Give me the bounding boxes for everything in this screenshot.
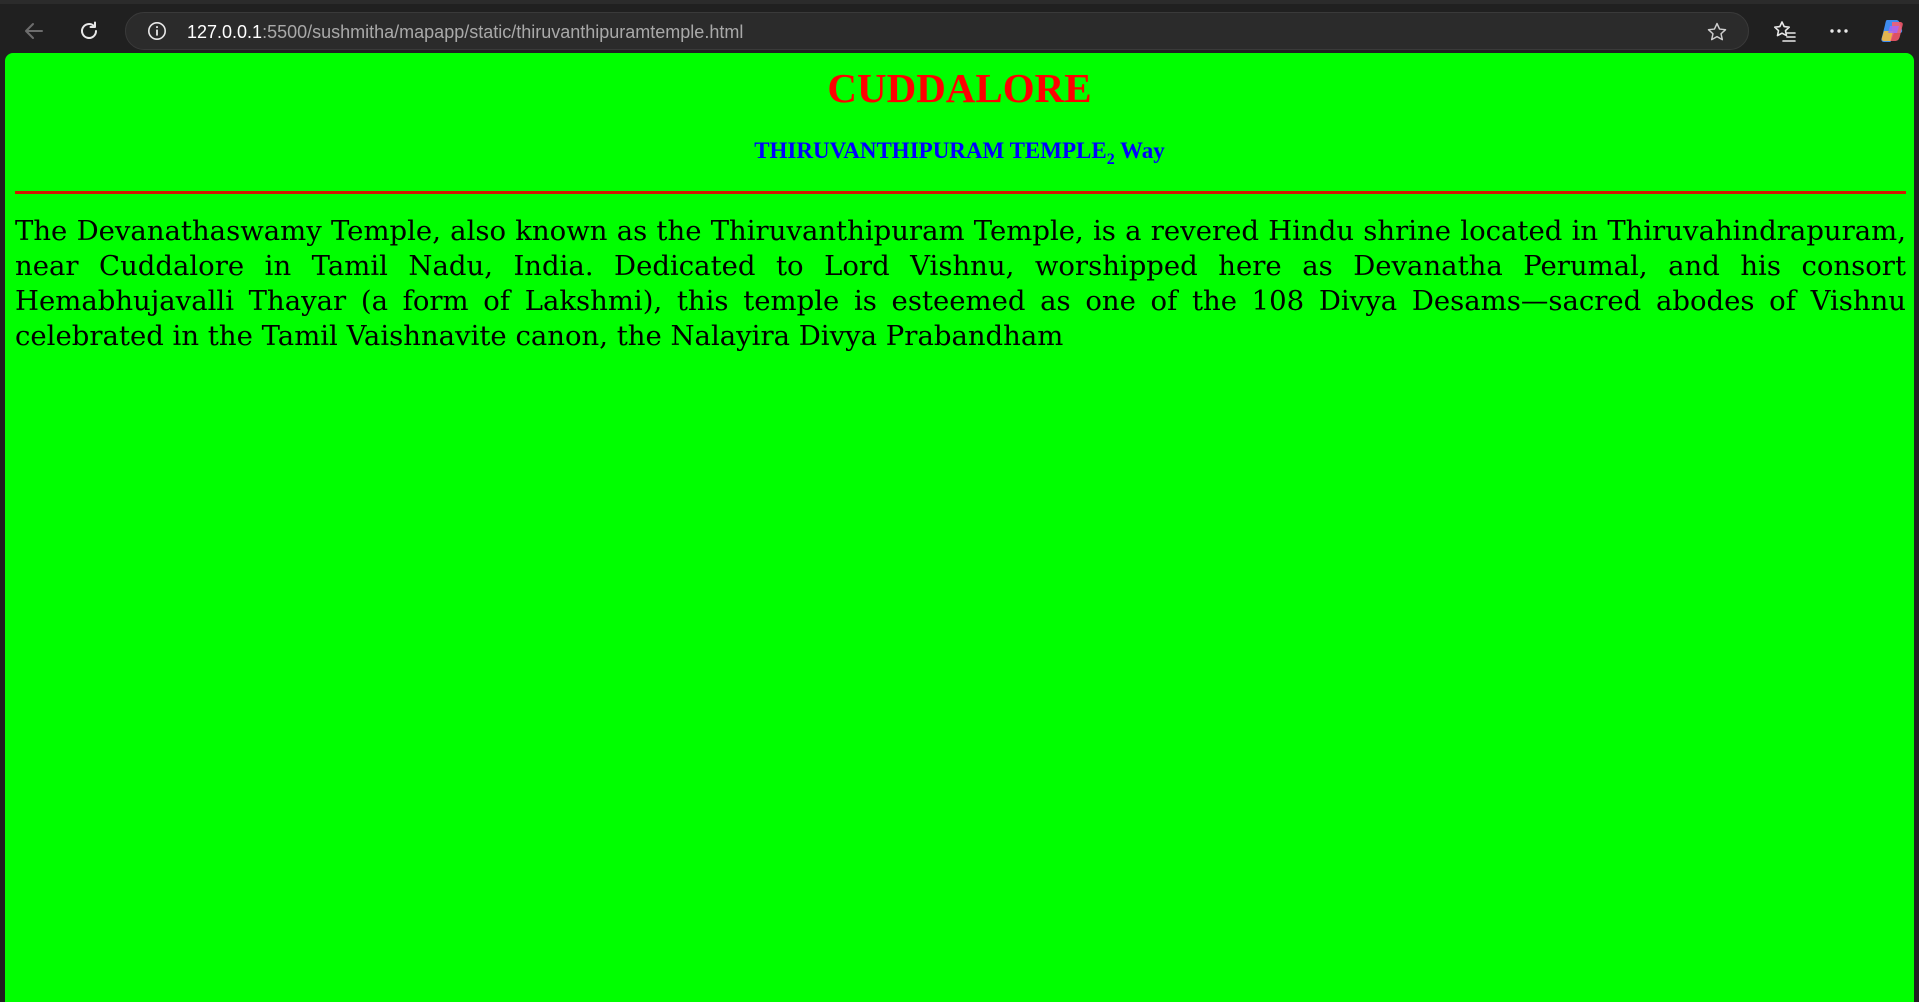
temple-description: The Devanathaswamy Temple, also known as… bbox=[15, 215, 1906, 352]
subtitle-main: THIRUVANTHIPURAM TEMPLE bbox=[754, 138, 1107, 163]
arrow-left-icon bbox=[25, 23, 43, 39]
more-icon bbox=[1830, 29, 1848, 33]
url-path: :5500/sushmitha/mapapp/static/thiruvanth… bbox=[262, 22, 744, 42]
page-viewport: CUDDALORE THIRUVANTHIPURAM TEMPLE2 Way T… bbox=[5, 53, 1914, 1002]
back-button[interactable] bbox=[16, 13, 52, 49]
info-icon[interactable] bbox=[147, 21, 167, 41]
browser-toolbar: 127.0.0.1:5500/sushmitha/mapapp/static/t… bbox=[0, 4, 1919, 52]
horizontal-divider bbox=[15, 191, 1906, 194]
page-title: CUDDALORE bbox=[827, 65, 1092, 111]
star-icon bbox=[1707, 22, 1727, 41]
url-host: 127.0.0.1 bbox=[187, 22, 263, 42]
more-button[interactable] bbox=[1821, 13, 1857, 49]
favorites-icon bbox=[1774, 21, 1796, 42]
subtitle-suffix: Way bbox=[1114, 138, 1165, 163]
address-bar[interactable]: 127.0.0.1:5500/sushmitha/mapapp/static/t… bbox=[125, 12, 1749, 50]
reload-button[interactable] bbox=[71, 13, 107, 49]
copilot-button[interactable] bbox=[1874, 13, 1910, 49]
reload-icon bbox=[81, 21, 97, 39]
favorite-star-button[interactable] bbox=[1705, 20, 1729, 44]
subtitle-subscript: 2 bbox=[1106, 151, 1115, 168]
url-text[interactable]: 127.0.0.1:5500/sushmitha/mapapp/static/t… bbox=[187, 22, 743, 42]
page-subtitle: THIRUVANTHIPURAM TEMPLE2 Way bbox=[5, 137, 1914, 174]
favorites-button[interactable] bbox=[1767, 13, 1803, 49]
copilot-icon bbox=[1881, 20, 1903, 42]
